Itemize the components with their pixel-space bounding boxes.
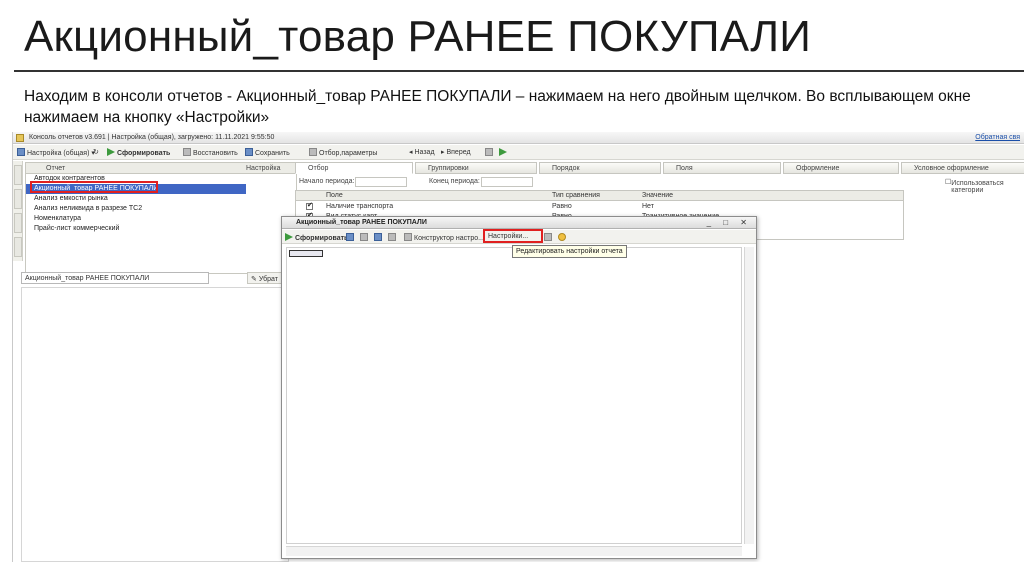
settings-tooltip: Редактировать настройки отчета — [512, 245, 627, 258]
generate-button[interactable]: Сформировать — [107, 148, 170, 157]
column-setting: Настройка — [246, 165, 281, 172]
report-list-header: Отчет Настройка — [26, 163, 296, 174]
refresh-icon[interactable]: ↻ — [93, 148, 99, 156]
dialog-titlebar: Акционный_товар РАНЕЕ ПОКУПАЛИ _ □ ✕ — [282, 217, 756, 229]
dialog-tool-icon[interactable] — [388, 233, 398, 242]
side-tabs — [13, 161, 23, 261]
report-list: Отчет Настройка Автодок контрагентов Акц… — [25, 162, 297, 274]
col-value: Значение — [642, 192, 674, 199]
grid-icon[interactable] — [485, 148, 495, 157]
period-row: Начало периода: Конец периода: ☐ Использ… — [295, 176, 1024, 194]
slide-title: Акционный_товар РАНЕЕ ПОКУПАЛИ — [24, 12, 812, 61]
tab-conditional-format[interactable]: Условное оформление — [901, 162, 1024, 174]
dialog-tool-icon[interactable] — [360, 233, 370, 242]
side-tab-query[interactable] — [14, 189, 22, 209]
report-row[interactable]: Анализ емкости рынка — [26, 194, 296, 204]
period-start-label: Начало периода: — [299, 178, 355, 185]
report-name-field[interactable]: Акционный_товар РАНЕЕ ПОКУПАЛИ — [21, 272, 209, 284]
app-screenshot: Консоль отчетов v3.691 | Настройка (обща… — [12, 132, 1024, 562]
report-row[interactable]: Прайс-лист коммерческий — [26, 224, 296, 234]
window-title: Консоль отчетов v3.691 | Настройка (обща… — [29, 134, 275, 141]
side-tab-structure[interactable] — [14, 213, 22, 233]
column-report: Отчет — [46, 165, 66, 172]
settings-icon — [17, 148, 25, 156]
highlight-report — [30, 181, 158, 193]
side-tab-reports[interactable] — [14, 165, 22, 185]
settings-tabs: Отбор Группировки Порядок Поля Оформлени… — [295, 162, 1024, 174]
dialog-title: Акционный_товар РАНЕЕ ПОКУПАЛИ — [296, 219, 427, 226]
filter-params-button[interactable]: Отбор,параметры — [309, 148, 377, 157]
run-icon[interactable] — [499, 148, 509, 157]
period-end-label: Конец периода: — [429, 178, 480, 185]
filter-icon — [309, 148, 317, 156]
tab-fields[interactable]: Поля — [663, 162, 781, 174]
main-toolbar: Настройка (общая) ▾ ↻ Сформировать Восст… — [13, 145, 1024, 160]
report-row[interactable]: Анализ неликвида в разрезе ТС2 — [26, 204, 296, 214]
restore-icon — [183, 148, 191, 156]
save-button[interactable]: Сохранить — [245, 148, 290, 157]
dialog-tool-icon[interactable] — [374, 233, 384, 242]
app-icon — [16, 134, 24, 142]
tab-grouping[interactable]: Группировки — [415, 162, 537, 174]
forward-button[interactable]: ▸ Вперед — [441, 148, 471, 156]
period-end-field[interactable] — [481, 177, 533, 187]
period-start-field[interactable] — [355, 177, 407, 187]
feedback-link[interactable]: Обратная свя — [975, 134, 1020, 141]
back-button[interactable]: ◂ Назад — [409, 148, 435, 156]
restore-button[interactable]: Восстановить — [183, 148, 238, 157]
window-controls[interactable]: _ □ ✕ — [707, 218, 752, 227]
side-tab-info[interactable] — [14, 237, 22, 257]
report-dialog: Акционный_товар РАНЕЕ ПОКУПАЛИ _ □ ✕ Сфо… — [281, 216, 757, 559]
window-titlebar: Консоль отчетов v3.691 | Настройка (обща… — [13, 132, 1024, 144]
title-divider — [14, 70, 1024, 72]
help-icon[interactable] — [558, 233, 568, 242]
play-icon — [285, 233, 293, 241]
slide-description: Находим в консоли отчетов - Акционный_то… — [24, 88, 971, 126]
horizontal-scrollbar[interactable] — [286, 546, 742, 556]
filter-field: Наличие транспорта — [326, 203, 394, 210]
selected-cell[interactable] — [289, 250, 323, 257]
play-icon — [107, 148, 115, 156]
categories-checkbox[interactable]: ☐ Использоваться категории — [945, 178, 1004, 194]
settings-dropdown[interactable]: Настройка (общая) ▾ — [17, 148, 95, 157]
highlight-settings — [483, 229, 543, 243]
save-icon — [245, 148, 253, 156]
col-comparison: Тип сравнения — [552, 192, 600, 199]
remove-icon: ✎ — [251, 276, 259, 283]
tab-order[interactable]: Порядок — [539, 162, 661, 174]
dialog-tool-icon[interactable] — [346, 233, 356, 242]
filter-value: Нет — [642, 203, 654, 210]
constructor-button[interactable]: Конструктор настро... — [404, 233, 484, 242]
dialog-tool-icon[interactable] — [544, 233, 554, 242]
vertical-scrollbar[interactable] — [744, 247, 754, 544]
filter-comparison: Равно — [552, 203, 572, 210]
report-result-panel — [21, 287, 289, 562]
tab-format[interactable]: Оформление — [783, 162, 899, 174]
constructor-icon — [404, 233, 412, 241]
dialog-content — [286, 247, 742, 544]
filter-row-checkbox[interactable] — [306, 201, 313, 210]
col-field: Поле — [326, 192, 343, 199]
dialog-generate-button[interactable]: Сформировать — [285, 233, 348, 242]
report-row[interactable]: Номенклатура — [26, 214, 296, 224]
tab-filter[interactable]: Отбор — [295, 162, 413, 174]
